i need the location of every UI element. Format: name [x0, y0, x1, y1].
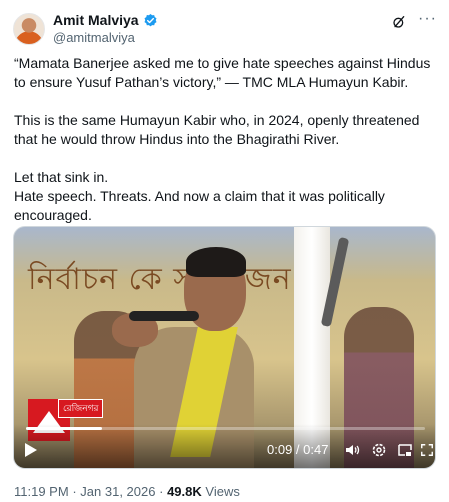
video-player[interactable]: নির্বাচন কে সা... জন রেজিনগর 0:09 / 0:47	[13, 226, 436, 469]
video-speaker-hair	[186, 247, 246, 277]
tweet-time[interactable]: 11:19 PM	[14, 484, 69, 499]
views-count: 49.8K	[167, 484, 202, 499]
settings-icon[interactable]	[371, 442, 387, 458]
tweet-text: “Mamata Banerjee asked me to give hate s…	[14, 54, 434, 225]
video-microphone	[129, 311, 199, 321]
grok-icon[interactable]	[391, 14, 407, 30]
views-label: Views	[205, 484, 240, 499]
video-progress-bar[interactable]	[26, 427, 425, 430]
author-handle[interactable]: @amitmalviya	[53, 30, 135, 45]
video-time: 0:09 / 0:47	[267, 442, 329, 457]
tweet-meta: 11:19 PM · Jan 31, 2026 · 49.8K Views	[14, 484, 240, 499]
author-name-row: Amit Malviya	[53, 12, 158, 28]
verified-badge-icon	[144, 13, 157, 26]
tweet-paragraph: Hate speech. Threats. And now a claim th…	[14, 188, 385, 223]
play-icon[interactable]	[24, 442, 38, 458]
tweet-paragraph: This is the same Humayun Kabir who, in 2…	[14, 112, 420, 147]
channel-location-label: রেজিনগর	[58, 399, 104, 418]
fullscreen-icon[interactable]	[420, 442, 434, 458]
video-banner-text: নির্বাচন কে সা... জন	[28, 262, 292, 297]
meta-separator: ·	[159, 484, 164, 499]
picture-in-picture-icon[interactable]	[397, 442, 413, 458]
tweet-paragraph: Let that sink in.	[14, 169, 109, 185]
author-display-name[interactable]: Amit Malviya	[53, 12, 139, 28]
more-options-icon[interactable]: ···	[418, 11, 437, 27]
tweet-header: Amit Malviya @amitmalviya ···	[13, 11, 437, 47]
tweet-paragraph: “Mamata Banerjee asked me to give hate s…	[14, 55, 431, 90]
video-progress-fill	[26, 427, 102, 430]
volume-icon[interactable]	[344, 442, 360, 458]
meta-separator: ·	[72, 484, 77, 499]
avatar[interactable]	[13, 13, 45, 45]
tweet-date[interactable]: Jan 31, 2026	[80, 484, 155, 499]
